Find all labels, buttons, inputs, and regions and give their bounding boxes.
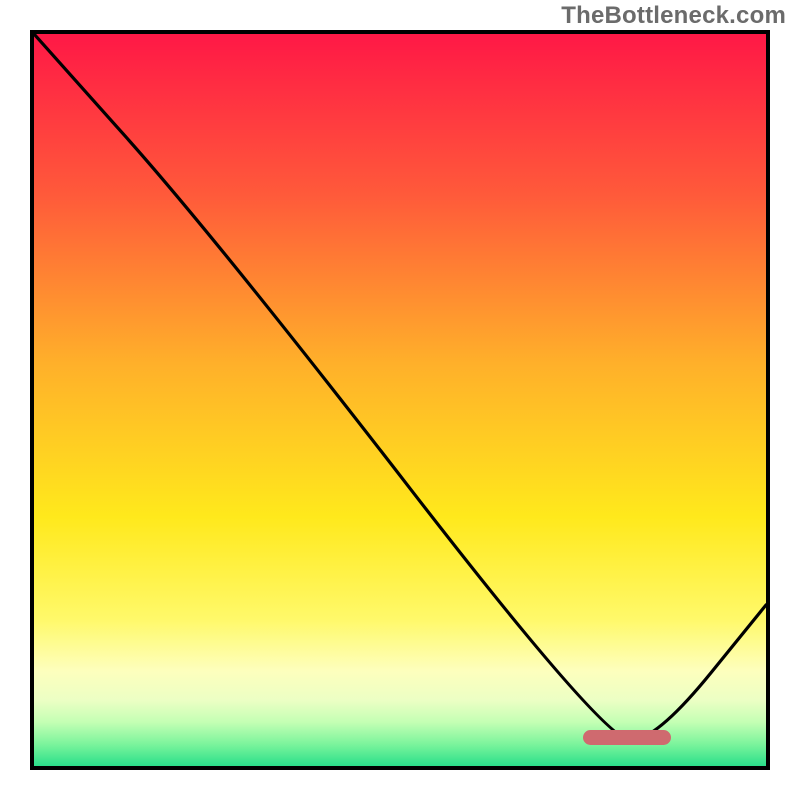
plot-area [30,30,770,770]
watermark-text: TheBottleneck.com [561,2,786,30]
gradient-background [34,34,766,766]
optimum-marker [583,730,671,745]
chart-container: TheBottleneck.com [0,0,800,800]
chart-svg [34,34,766,766]
